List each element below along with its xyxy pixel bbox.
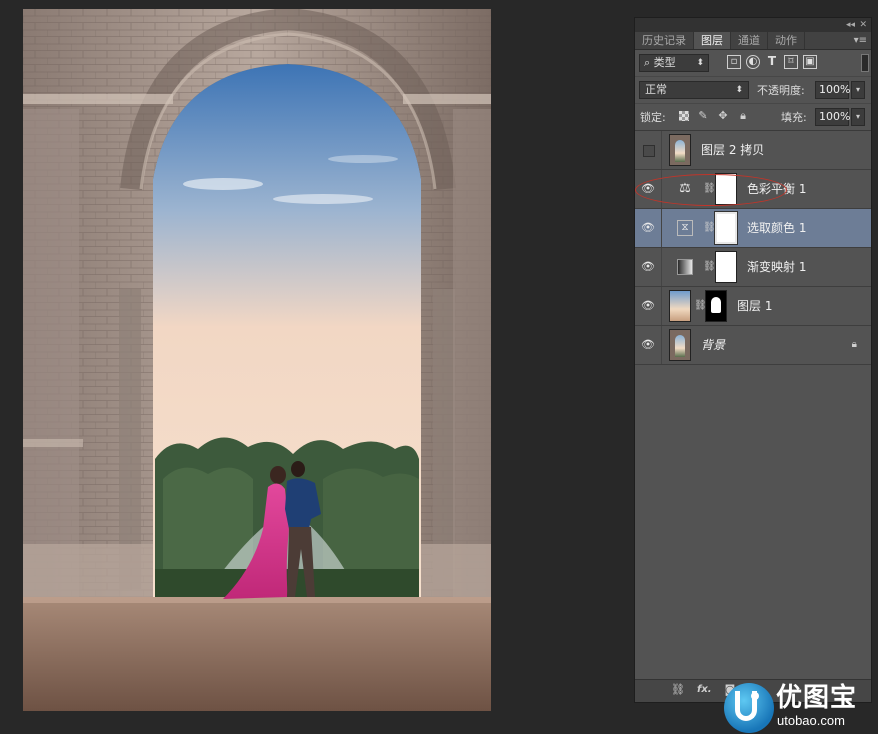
filter-row: ⌕ 类型 ⬍ ▫ ◐ T ⌑ ▣ xyxy=(635,50,871,76)
filter-kind-label: ⌕ 类型 xyxy=(644,56,676,69)
divider xyxy=(661,248,662,286)
lock-icon: 🔒︎ xyxy=(851,339,857,350)
type-filter-icon[interactable]: T xyxy=(765,55,779,69)
divider xyxy=(661,209,662,247)
eye-icon[interactable]: 👁︎ xyxy=(640,299,656,313)
shape-filter-icon[interactable]: ⌑ xyxy=(784,55,798,69)
lock-position-icon[interactable]: ✥ xyxy=(717,110,729,122)
smart-object-filter-icon[interactable]: ▣ xyxy=(803,55,817,69)
layer-row-gradient-map[interactable]: 👁︎ ⛓ 渐变映射 1 xyxy=(635,248,871,287)
divider xyxy=(661,131,662,169)
panel-title-bar[interactable]: ◂◂ ✕ xyxy=(635,18,871,32)
panel-menu-icon[interactable]: ▾≡ xyxy=(854,32,867,49)
mask-link-icon[interactable]: ⛓ xyxy=(694,299,707,313)
close-panel-icon[interactable]: ✕ xyxy=(859,18,867,32)
mask-link-icon[interactable]: ⛓ xyxy=(703,260,716,274)
layer-mask-thumbnail[interactable] xyxy=(714,211,738,245)
blend-mode-value: 正常 xyxy=(645,83,667,96)
layer-row-selective-color[interactable]: 👁︎ ⧖ ⛓ 选取颜色 1 xyxy=(635,209,871,248)
lock-row: 锁定: ✎ ✥ 🔒︎ 填充: 100% ▾ xyxy=(635,103,871,131)
stepper-icon: ⬍ xyxy=(696,58,704,68)
layer-mask-thumbnail[interactable] xyxy=(715,251,737,283)
lock-all-icon[interactable]: 🔒︎ xyxy=(737,110,749,122)
layer-thumbnail[interactable] xyxy=(669,290,691,322)
layer-list: 图层 2 拷贝 👁︎ ⚖ ⛓ 色彩平衡 1 👁︎ ⧖ ⛓ 选取颜色 1 👁︎ ⛓ xyxy=(635,131,871,365)
eye-icon[interactable]: 👁︎ xyxy=(640,221,656,235)
filter-kind-select[interactable]: ⌕ 类型 ⬍ xyxy=(639,54,709,72)
utobao-logo-icon xyxy=(724,683,774,733)
gradient-map-icon xyxy=(677,259,693,275)
mask-link-icon[interactable]: ⛓ xyxy=(703,182,716,196)
adjustment-filter-icon[interactable]: ◐ xyxy=(746,55,760,69)
tab-layers[interactable]: 图层 xyxy=(694,32,731,49)
link-layers-icon[interactable]: ⛓ xyxy=(671,683,685,697)
watermark-title: 优图宝 xyxy=(776,683,858,713)
visibility-off-toggle[interactable] xyxy=(643,145,655,157)
layer-thumbnail xyxy=(669,134,691,166)
collapse-panel-icon[interactable]: ◂◂ xyxy=(846,18,855,32)
divider xyxy=(661,170,662,208)
layer-thumbnail xyxy=(669,329,691,361)
layer-name[interactable]: 背景 xyxy=(701,326,725,364)
eye-icon[interactable]: 👁︎ xyxy=(640,338,656,352)
lock-transparent-pixels-icon[interactable] xyxy=(679,111,689,121)
tab-actions[interactable]: 动作 xyxy=(768,32,805,49)
wedding-photo xyxy=(23,9,491,711)
layer-mask-thumbnail[interactable] xyxy=(715,173,737,205)
layer-row-color-balance[interactable]: 👁︎ ⚖ ⛓ 色彩平衡 1 xyxy=(635,170,871,209)
lock-image-pixels-icon[interactable]: ✎ xyxy=(697,110,709,122)
selective-color-icon: ⧖ xyxy=(677,220,693,236)
eye-icon[interactable]: 👁︎ xyxy=(640,182,656,196)
document-canvas[interactable] xyxy=(23,9,491,711)
layer-mask-thumbnail[interactable] xyxy=(705,290,727,322)
layer-name[interactable]: 图层 1 xyxy=(737,287,772,325)
color-balance-icon: ⚖ xyxy=(679,181,691,196)
eye-icon[interactable]: 👁︎ xyxy=(640,260,656,274)
layer-name[interactable]: 色彩平衡 1 xyxy=(747,170,806,208)
layer-name[interactable]: 选取颜色 1 xyxy=(747,209,806,247)
image-filter-icon[interactable]: ▫ xyxy=(727,55,741,69)
filter-toggle-switch[interactable] xyxy=(861,54,869,72)
fill-field[interactable]: 100% xyxy=(815,108,850,126)
layer-row-layer-1[interactable]: 👁︎ ⛓ 图层 1 xyxy=(635,287,871,326)
blend-row: 正常 ⬍ 不透明度: 100% ▾ xyxy=(635,76,871,103)
site-watermark: 优图宝 utobao.com xyxy=(724,683,876,733)
opacity-label: 不透明度: xyxy=(757,84,805,97)
opacity-dropdown-icon[interactable]: ▾ xyxy=(851,81,865,99)
tab-history[interactable]: 历史记录 xyxy=(635,32,694,49)
blend-mode-select[interactable]: 正常 ⬍ xyxy=(639,81,749,99)
layer-name[interactable]: 图层 2 拷贝 xyxy=(701,131,764,169)
opacity-field[interactable]: 100% xyxy=(815,81,850,99)
layer-row-layer-2-copy[interactable]: 图层 2 拷贝 xyxy=(635,131,871,170)
mask-link-icon[interactable]: ⛓ xyxy=(703,221,716,235)
stepper-icon: ⬍ xyxy=(735,85,743,95)
divider xyxy=(661,326,662,364)
layer-row-background[interactable]: 👁︎ 背景 🔒︎ xyxy=(635,326,871,365)
tab-channels[interactable]: 通道 xyxy=(731,32,768,49)
layer-name[interactable]: 渐变映射 1 xyxy=(747,248,806,286)
fill-dropdown-icon[interactable]: ▾ xyxy=(851,108,865,126)
panel-tabs: 历史记录 图层 通道 动作 ▾≡ xyxy=(635,32,871,50)
fx-icon[interactable]: fx. xyxy=(697,683,712,697)
divider xyxy=(661,287,662,325)
lock-label: 锁定: xyxy=(640,111,666,124)
layers-panel: ◂◂ ✕ 历史记录 图层 通道 动作 ▾≡ ⌕ 类型 ⬍ ▫ ◐ T ⌑ ▣ 正… xyxy=(634,17,872,703)
fill-label: 填充: xyxy=(781,111,807,124)
watermark-url: utobao.com xyxy=(777,713,845,728)
